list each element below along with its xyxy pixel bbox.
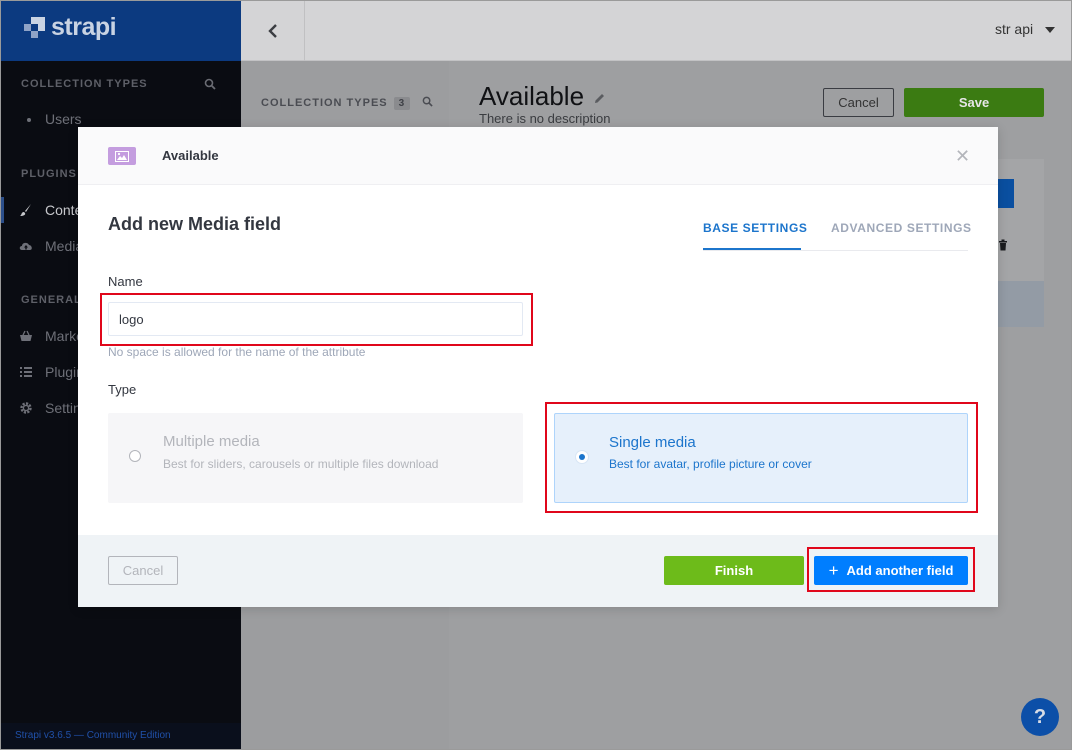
radio-unchecked[interactable]	[129, 450, 141, 462]
add-another-field-label: Add another field	[846, 562, 954, 578]
header-cancel-button[interactable]: Cancel	[823, 88, 894, 117]
background-row	[998, 281, 1044, 327]
top-header: str api	[241, 1, 1071, 61]
shopping-basket-icon	[20, 330, 32, 341]
option-title: Single media	[609, 434, 696, 451]
strapi-logo-icon	[24, 17, 45, 38]
finish-button[interactable]: Finish	[664, 556, 804, 585]
pencil-icon[interactable]	[593, 92, 606, 105]
type-label: Type	[108, 382, 137, 397]
tab-advanced-settings[interactable]: ADVANCED SETTINGS	[831, 221, 972, 235]
tabs-divider	[703, 250, 968, 251]
brush-icon	[20, 204, 31, 216]
active-indicator	[1, 197, 4, 223]
background-button	[998, 179, 1014, 208]
sidebar-item-label: Conte	[45, 202, 83, 218]
sidebar-item-label: Users	[45, 111, 82, 127]
active-tab-underline	[703, 248, 801, 250]
add-another-field-button[interactable]: + Add another field	[814, 556, 968, 585]
page-description: There is no description	[479, 111, 611, 126]
gear-icon	[20, 402, 32, 414]
single-media-option[interactable]: Single media Best for avatar, profile pi…	[554, 413, 968, 503]
image-icon	[115, 151, 129, 162]
page-title-text: Available	[479, 81, 585, 111]
plus-icon: +	[828, 560, 839, 580]
page-title: Available	[479, 81, 606, 112]
option-subtitle: Best for sliders, carousels or multiple …	[163, 457, 439, 471]
cancel-button[interactable]: Cancel	[108, 556, 178, 585]
tab-base-settings[interactable]: BASE SETTINGS	[703, 221, 808, 250]
back-button[interactable]	[241, 1, 305, 61]
help-button[interactable]: ?	[1021, 698, 1059, 736]
name-input[interactable]	[108, 302, 523, 336]
content-types-label: COLLECTION TYPES	[261, 97, 388, 109]
name-hint: No space is allowed for the name of the …	[108, 345, 366, 359]
sidebar-section-plugins: PLUGINS	[21, 168, 77, 180]
search-icon[interactable]	[204, 78, 216, 90]
search-icon[interactable]	[422, 96, 433, 107]
multiple-media-option[interactable]: Multiple media Best for sliders, carouse…	[108, 413, 523, 503]
media-type-badge	[108, 147, 136, 165]
option-subtitle: Best for avatar, profile picture or cove…	[609, 457, 812, 471]
close-icon[interactable]: ✕	[955, 147, 970, 165]
list-icon	[20, 367, 32, 377]
add-field-modal: Available ✕ Add new Media field BASE SET…	[78, 127, 998, 607]
modal-footer: Cancel Finish + Add another field	[78, 535, 998, 607]
modal-heading: Add new Media field	[108, 214, 282, 234]
cloud-upload-icon	[19, 242, 32, 250]
chevron-left-icon	[268, 24, 277, 38]
user-name: str api	[994, 21, 1034, 37]
sidebar-item-label: Settin	[45, 400, 81, 416]
content-types-title: COLLECTION TYPES 3	[261, 96, 433, 110]
sidebar-section-general: GENERAL	[21, 294, 82, 306]
caret-down-icon	[1045, 27, 1055, 33]
trash-icon	[999, 239, 1007, 251]
brand-name: strapi	[51, 13, 117, 41]
name-label: Name	[108, 274, 143, 289]
modal-header-title: Available	[162, 148, 219, 163]
content-types-count: 3	[393, 97, 411, 110]
version-footer: Strapi v3.6.5 — Community Edition	[1, 723, 241, 749]
header-save-button[interactable]: Save	[904, 88, 1044, 117]
user-menu[interactable]: str api	[995, 21, 1055, 37]
bullet-icon	[27, 118, 31, 122]
modal-header: Available ✕	[78, 127, 998, 185]
option-title: Multiple media	[163, 433, 260, 450]
app-window: strapi COLLECTION TYPES Users PLUGINS Co…	[0, 0, 1072, 750]
sidebar-section-collection-types: COLLECTION TYPES	[21, 78, 148, 90]
tab-label: BASE SETTINGS	[703, 221, 808, 235]
radio-checked[interactable]	[576, 451, 588, 463]
brand-bar[interactable]: strapi	[1, 1, 241, 61]
